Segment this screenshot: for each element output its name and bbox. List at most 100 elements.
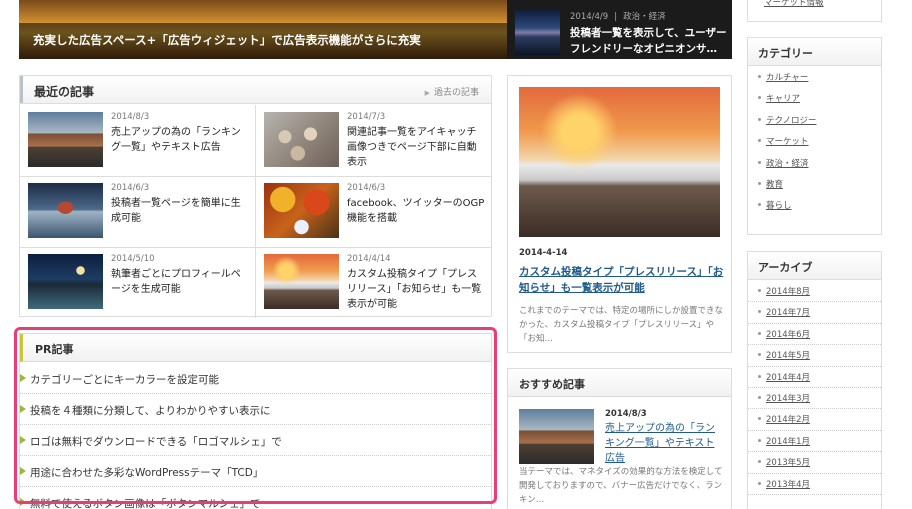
category-link[interactable]: 暮らし <box>766 199 792 211</box>
hero-side-title[interactable]: 投稿者一覧を表示して、ユーザーフレンドリーなオピニオンサ… <box>570 25 730 57</box>
recommended-header: おすすめ記事 <box>508 369 731 397</box>
hero-side-thumbnail[interactable] <box>515 10 560 55</box>
category-link[interactable]: マーケット <box>766 135 809 147</box>
article-thumbnail[interactable] <box>28 254 103 309</box>
archive-item[interactable]: 2014年8月 <box>748 281 881 303</box>
article-title[interactable]: 執筆者ごとにプロフィールページを生成可能 <box>111 267 249 297</box>
archive-link[interactable]: 2014年5月 <box>766 349 810 361</box>
recent-article[interactable]: 2014/5/10 執筆者ごとにプロフィールページを生成可能 <box>20 247 255 318</box>
category-item[interactable]: カルチャー <box>748 67 881 88</box>
recent-article[interactable]: 2014/7/3 関連記事一覧をアイキャッチ画像つきでページ下部に自動表示 <box>256 105 491 176</box>
recent-article[interactable]: 2014/8/3 売上アップの為の「ランキング一覧」やテキスト広告 <box>20 105 255 176</box>
bullet-icon <box>758 75 761 78</box>
article-thumbnail[interactable] <box>28 183 103 238</box>
feature-description: これまでのテーマでは、特定の場所にしか設置できなかった、カスタム投稿タイプ「プレ… <box>519 306 724 344</box>
category-title: カテゴリー <box>758 47 813 60</box>
category-item[interactable]: マーケット <box>748 131 881 152</box>
article-title[interactable]: facebook、ツイッターのOGP機能を搭載 <box>347 196 485 226</box>
pr-article-item[interactable]: 用途に合わせた多彩なWordPressテーマ「TCD」 <box>20 456 491 487</box>
archive-link[interactable]: 2014年2月 <box>766 413 810 425</box>
category-link[interactable]: 教育 <box>766 178 783 190</box>
hero-slider[interactable]: 充実した広告スペース+「広告ウィジェット」で広告表示機能がさらに充実 <box>19 0 507 59</box>
recent-article[interactable]: 2014/6/3 投稿者一覧ページを簡単に生成可能 <box>20 176 255 247</box>
article-title[interactable]: 投稿者一覧ページを簡単に生成可能 <box>111 196 249 226</box>
past-articles-label: 過去の記事 <box>433 88 479 98</box>
bullet-icon <box>758 139 761 143</box>
bullet-icon <box>758 117 761 121</box>
archive-link[interactable]: 2014年3月 <box>766 392 810 404</box>
bullet-icon <box>758 417 761 421</box>
category-link[interactable]: 政治・経済 <box>766 157 809 169</box>
pr-article-link[interactable]: カテゴリーごとにキーカラーを設定可能 <box>30 372 219 387</box>
archive-item[interactable]: 2013年4月 <box>748 474 881 495</box>
bullet-icon <box>758 310 761 314</box>
article-date: 2014/5/10 <box>111 254 155 264</box>
recommended-thumbnail[interactable] <box>519 409 594 464</box>
hero-caption[interactable]: 充実した広告スペース+「広告ウィジェット」で広告表示機能がさらに充実 <box>33 32 421 48</box>
bullet-icon <box>758 395 761 399</box>
pr-article-item[interactable]: ロゴは無料でダウンロードできる「ロゴマルシェ」で <box>20 425 491 456</box>
archive-item[interactable]: 2014年3月 <box>748 388 881 410</box>
recommended-item-title[interactable]: 売上アップの為の「ランキング一覧」やテキスト広告 <box>605 421 723 466</box>
archive-item[interactable]: 2014年7月 <box>748 302 881 324</box>
archive-header: アーカイブ <box>748 252 881 280</box>
pr-article-link[interactable]: 投稿を４種類に分類して、よりわかりやすい表示に <box>30 403 270 418</box>
category-link[interactable]: カルチャー <box>766 71 808 83</box>
archive-link[interactable]: 2014年7月 <box>766 306 810 318</box>
pr-article-item[interactable]: 無料で使えるボタン画像は「ボタンマルシェ」で <box>20 487 491 509</box>
pr-article-link[interactable]: 用途に合わせた多彩なWordPressテーマ「TCD」 <box>30 465 263 480</box>
article-title[interactable]: 関連記事一覧をアイキャッチ画像つきでページ下部に自動表示 <box>347 125 485 170</box>
feature-article[interactable]: 2014-4-14 カスタム投稿タイプ「プレスリリース」「お知らせ」も一覧表示が… <box>507 75 732 353</box>
pr-article-link[interactable]: ロゴは無料でダウンロードできる「ロゴマルシェ」で <box>30 434 282 449</box>
article-thumbnail[interactable] <box>264 183 339 238</box>
archive-link[interactable]: 2014年1月 <box>766 435 810 447</box>
archive-list: 2014年8月 2014年7月 2014年6月 2014年5月 2014年4月 … <box>748 281 881 495</box>
recommended-date: 2014/8/3 <box>605 409 647 419</box>
archive-link[interactable]: 2014年6月 <box>766 328 810 340</box>
feature-date: 2014-4-14 <box>519 248 568 258</box>
hero-side-category[interactable]: 政治・経済 <box>623 12 666 22</box>
feature-title[interactable]: カスタム投稿タイプ「プレスリリース」「お知らせ」も一覧表示が可能 <box>519 264 724 296</box>
category-item[interactable]: 政治・経済 <box>748 153 881 174</box>
recent-article[interactable]: 2014/6/3 facebook、ツイッターのOGP機能を搭載 <box>256 176 491 247</box>
article-thumbnail[interactable] <box>264 254 339 309</box>
category-list: カルチャー キャリア テクノロジー マーケット 政治・経済 教育 暮らし <box>748 67 881 217</box>
bullet-icon <box>758 331 761 335</box>
archive-link[interactable]: 2013年5月 <box>766 456 810 468</box>
category-item[interactable]: 暮らし <box>748 195 881 216</box>
article-date: 2014/8/3 <box>111 112 150 122</box>
article-thumbnail[interactable] <box>264 112 339 167</box>
archive-item[interactable]: 2014年4月 <box>748 367 881 388</box>
archive-link[interactable]: 2013年4月 <box>766 478 810 490</box>
archive-item[interactable]: 2014年2月 <box>748 409 881 431</box>
article-thumbnail[interactable] <box>28 112 103 167</box>
recent-article[interactable]: 2014/4/14 カスタム投稿タイプ「プレスリリース」「お知らせ」も一覧表示が… <box>256 247 491 318</box>
triangle-bullet-icon <box>20 374 26 382</box>
pr-articles-header: PR記事 <box>20 334 491 362</box>
sidebar-top-link[interactable]: マーケット情報 <box>764 0 824 8</box>
article-title[interactable]: カスタム投稿タイプ「プレスリリース」「お知らせ」も一覧表示が可能 <box>347 267 485 312</box>
category-link[interactable]: キャリア <box>766 92 800 104</box>
archive-link[interactable]: 2014年4月 <box>766 371 810 383</box>
feature-image[interactable] <box>519 87 720 237</box>
pr-article-item[interactable]: カテゴリーごとにキーカラーを設定可能 <box>20 363 491 394</box>
archive-item[interactable]: 2014年5月 <box>748 345 881 367</box>
category-item[interactable]: キャリア <box>748 88 881 109</box>
category-item[interactable]: テクノロジー <box>748 110 881 131</box>
archive-item[interactable]: 2014年6月 <box>748 324 881 346</box>
hero-side-article[interactable]: 2014/4/9 | 政治・経済 投稿者一覧を表示して、ユーザーフレンドリーなオピニ… <box>507 0 732 59</box>
article-date: 2014/4/14 <box>347 254 391 264</box>
article-date: 2014/7/3 <box>347 112 386 122</box>
pr-article-item[interactable]: 投稿を４種類に分類して、よりわかりやすい表示に <box>20 394 491 425</box>
archive-link[interactable]: 2014年8月 <box>766 285 810 297</box>
bullet-icon <box>758 481 761 485</box>
past-articles-link[interactable]: ▶ 過去の記事 <box>425 85 479 98</box>
pr-article-link[interactable]: 無料で使えるボタン画像は「ボタンマルシェ」で <box>30 496 261 509</box>
article-title[interactable]: 売上アップの為の「ランキング一覧」やテキスト広告 <box>111 125 249 155</box>
archive-item[interactable]: 2014年1月 <box>748 431 881 453</box>
category-item[interactable]: 教育 <box>748 174 881 195</box>
archive-title: アーカイブ <box>758 261 813 274</box>
archive-item[interactable]: 2013年5月 <box>748 452 881 474</box>
category-link[interactable]: テクノロジー <box>766 114 817 126</box>
bullet-icon <box>758 160 761 164</box>
